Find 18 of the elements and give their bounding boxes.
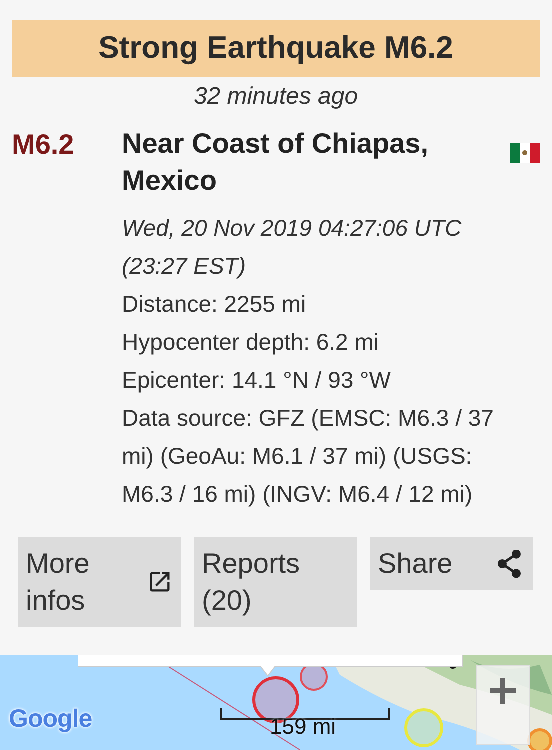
detail-line: Data source: GFZ (EMSC: M6.3 / 37 mi) (GeoAu: M6.1 / 37 mi) (USGS: M6.3 / 16 mi) (INGV: M6.4 / 12 mi) (122, 404, 495, 509)
map-logo: Google (9, 705, 92, 734)
date-time: Wed, 20 Nov 2019 04:27:06 UTC (23:27 EST) (122, 214, 463, 281)
scale-label: 159 mi (270, 714, 336, 740)
time-ago: 32 minutes ago (192, 83, 360, 111)
plus-icon (490, 678, 516, 704)
flag-icon (510, 143, 540, 163)
detail-line: Epicenter: 14.1 °N / 93 °W (122, 366, 392, 395)
reports-button[interactable]: Reports (20) (194, 537, 357, 627)
detail-line: Hypocenter depth: 6.2 mi (122, 328, 380, 357)
alert-title: Strong Earthquake M6.2 (12, 20, 540, 77)
share-button[interactable]: Share (370, 537, 533, 590)
share-icon (497, 550, 523, 578)
more-info-button[interactable]: More infos (18, 537, 181, 627)
detail-line: Distance: 2255 mi (122, 290, 308, 319)
location-name: Near Coast of Chiapas, Mexico (122, 127, 430, 198)
zoom-in-button[interactable] (476, 665, 530, 745)
magnitude: M6.2 (12, 128, 76, 162)
